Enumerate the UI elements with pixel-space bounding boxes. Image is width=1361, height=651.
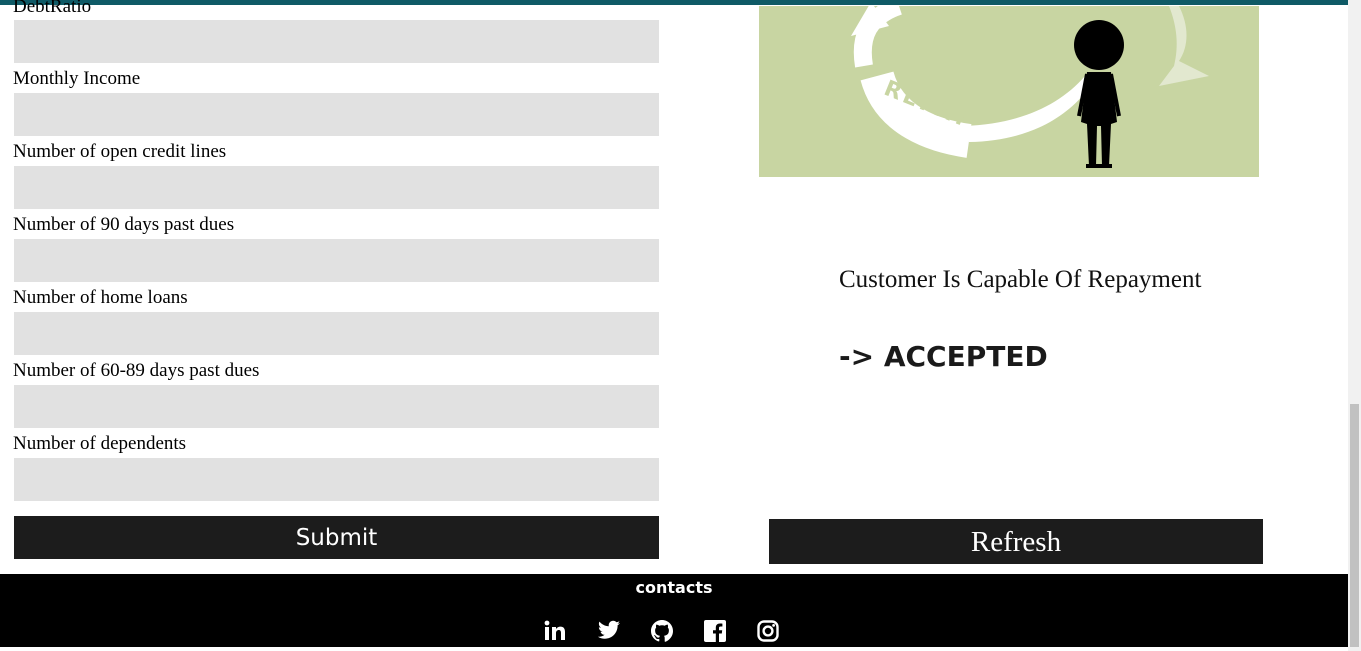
60-89-days-past-dues-input[interactable] — [14, 385, 659, 428]
field-label-home-loans: Number of home loans — [13, 287, 188, 308]
scrollbar-thumb[interactable] — [1350, 404, 1359, 647]
prediction-form: DebtRatio Monthly Income Number of open … — [0, 0, 700, 575]
field-label-90-days-past-dues: Number of 90 days past dues — [13, 214, 235, 235]
github-icon[interactable] — [649, 618, 675, 644]
debt-ratio-input[interactable] — [14, 20, 659, 63]
open-credit-lines-input[interactable] — [14, 166, 659, 209]
footer-title: contacts — [635, 578, 713, 597]
linkedin-icon[interactable] — [542, 618, 568, 644]
field-label-debt-ratio: DebtRatio — [13, 0, 92, 17]
monthly-income-input[interactable] — [14, 93, 659, 136]
field-label-open-credit-lines: Number of open credit lines — [13, 141, 227, 162]
page-bottom-edge — [0, 647, 1348, 651]
submit-button[interactable]: Submit — [14, 516, 659, 559]
90-days-past-dues-input[interactable] — [14, 239, 659, 282]
result-message: Customer Is Capable Of Repayment — [839, 266, 1202, 293]
twitter-icon[interactable] — [596, 618, 622, 644]
vertical-scrollbar[interactable] — [1348, 0, 1361, 651]
result-status: -> ACCEPTED — [839, 340, 1048, 373]
footer: contacts — [0, 574, 1348, 647]
facebook-icon[interactable] — [702, 618, 728, 644]
repayment-illustration: REPAY — [759, 6, 1259, 177]
dependents-input[interactable] — [14, 458, 659, 501]
home-loans-input[interactable] — [14, 312, 659, 355]
repay-arrow-figure-icon: REPAY — [851, 6, 1209, 168]
field-label-monthly-income: Monthly Income — [13, 68, 141, 89]
field-label-dependents: Number of dependents — [13, 433, 187, 454]
instagram-icon[interactable] — [755, 618, 781, 644]
refresh-button[interactable]: Refresh — [769, 519, 1263, 564]
field-label-60-89-days-past-dues: Number of 60-89 days past dues — [13, 360, 260, 381]
